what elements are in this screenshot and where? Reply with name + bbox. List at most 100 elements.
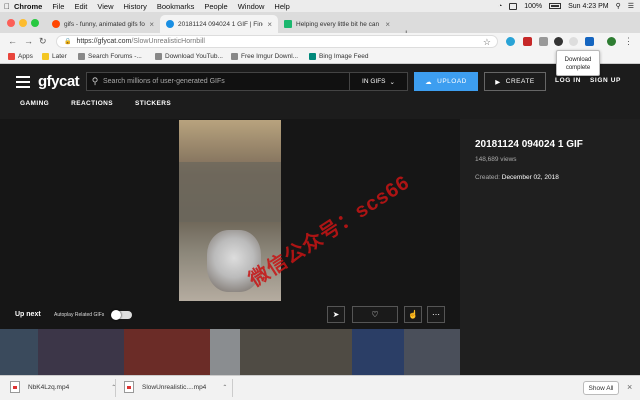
search-scope-dropdown[interactable]: IN GIFS ⌄: [349, 73, 407, 90]
close-icon[interactable]: ×: [627, 382, 632, 392]
bookmark-label: Apps: [18, 53, 33, 60]
bookmark-label: Bing Image Feed: [319, 53, 369, 60]
heart-icon: ♡: [371, 310, 379, 319]
related-gif-thumbnail[interactable]: [404, 329, 460, 375]
more-menu-icon[interactable]: ⋮: [624, 36, 633, 47]
menu-history[interactable]: History: [124, 2, 147, 11]
extension-icon[interactable]: [554, 37, 563, 46]
battery-icon[interactable]: [549, 3, 562, 9]
download-item[interactable]: SlowUnrealistic....mp4 ⌃: [124, 381, 227, 393]
clock[interactable]: Sun 4:23 PM: [568, 3, 608, 10]
create-button[interactable]: ▶ CREATE: [484, 72, 546, 91]
favorite-button[interactable]: ♡: [352, 306, 398, 323]
related-gif-thumbnail[interactable]: [0, 329, 38, 375]
nav-reactions[interactable]: REACTIONS: [71, 100, 113, 107]
imgur-icon: [284, 20, 292, 28]
show-all-button[interactable]: Show All: [583, 381, 619, 395]
nav-gaming[interactable]: GAMING: [20, 100, 49, 107]
search-input[interactable]: Search millions of user-generated GIFs: [103, 78, 349, 85]
back-icon[interactable]: ←: [8, 36, 17, 46]
search-icon[interactable]: ⚲: [87, 76, 103, 87]
url-path: /SlowUnrealisticHornbill: [131, 38, 205, 45]
extension-icon[interactable]: [506, 37, 515, 46]
extension-icon[interactable]: [539, 37, 548, 46]
nav-stickers[interactable]: STICKERS: [135, 100, 171, 107]
view-count: 148,689 views: [475, 156, 517, 163]
menu-file[interactable]: File: [52, 2, 64, 11]
menu-edit[interactable]: Edit: [74, 2, 87, 11]
close-tab-icon[interactable]: ×: [149, 20, 154, 29]
tab-title: 20181124 094024 1 GIF | Find...: [178, 20, 264, 28]
tooltip-line: complete: [565, 65, 591, 71]
close-tab-icon[interactable]: ×: [267, 20, 272, 29]
lock-icon[interactable]: 🔒: [64, 38, 71, 45]
page-icon: [231, 53, 238, 60]
chevron-up-icon[interactable]: ⌃: [222, 384, 227, 391]
bookmark-download-youtube[interactable]: Download YouTub...: [155, 53, 223, 60]
related-gif-thumbnail[interactable]: [352, 329, 404, 375]
related-gif-thumbnail[interactable]: [124, 329, 210, 375]
tab-gfycat[interactable]: 20181124 094024 1 GIF | Find... ×: [160, 15, 278, 33]
bookmark-button[interactable]: ☝: [404, 306, 422, 323]
gfycat-icon: [166, 20, 174, 28]
close-tab-icon[interactable]: ×: [385, 20, 390, 29]
bookmark-search-forums[interactable]: Search Forums -...: [78, 53, 142, 60]
share-button[interactable]: ➤: [327, 306, 345, 323]
bookmark-later[interactable]: Later: [42, 53, 67, 60]
profile-avatar[interactable]: [607, 37, 616, 46]
tab-reddit-gifs[interactable]: gifs - funny, animated gifs for... ×: [46, 15, 160, 33]
video-file-icon: [10, 381, 20, 393]
related-gif-thumbnail[interactable]: [210, 329, 240, 375]
created-label: Created:: [475, 174, 500, 181]
menu-window[interactable]: Window: [238, 2, 265, 11]
download-item[interactable]: NbK4Lzq.mp4 ⌃: [10, 381, 116, 393]
up-next-label: Up next: [15, 311, 41, 318]
upload-button[interactable]: ☁ UPLOAD: [414, 72, 478, 91]
bookmark-imgur-downloader[interactable]: Free Imgur Downl...: [231, 53, 298, 60]
bookmark-label: Download YouTub...: [165, 53, 223, 60]
hamburger-menu-icon[interactable]: [16, 76, 30, 91]
create-label: CREATE: [505, 78, 535, 85]
bookmark-star-icon[interactable]: ☆: [483, 37, 491, 48]
related-gif-thumbnail[interactable]: [38, 329, 124, 375]
zoom-window-icon[interactable]: [31, 19, 39, 27]
extension-icon[interactable]: [569, 37, 578, 46]
menu-people[interactable]: People: [204, 2, 227, 11]
category-nav: GAMING REACTIONS STICKERS: [20, 100, 171, 107]
bookmark-apps[interactable]: Apps: [8, 53, 33, 60]
menu-list-icon[interactable]: ☰: [628, 2, 634, 10]
autoplay-toggle[interactable]: [111, 310, 132, 320]
related-gif-thumbnail[interactable]: [240, 329, 352, 375]
reload-icon[interactable]: ↻: [39, 36, 47, 47]
address-bar[interactable]: 🔒 https://gfycat.com/SlowUnrealisticHorn…: [56, 35, 498, 48]
video-file-icon: [124, 381, 134, 393]
gif-info-panel: 20181124 094024 1 GIF 148,689 views Crea…: [460, 119, 640, 375]
download-status-icon[interactable]: [585, 37, 594, 46]
download-divider: [115, 379, 116, 397]
search-icon[interactable]: ⚲: [616, 2, 621, 10]
menu-help[interactable]: Help: [274, 2, 289, 11]
bookmark-label: Later: [52, 53, 67, 60]
close-window-icon[interactable]: [7, 19, 15, 27]
forward-icon[interactable]: →: [24, 36, 33, 46]
status-area: ◔ 100% Sun 4:23 PM ⚲ ☰: [498, 0, 634, 12]
wifi-icon[interactable]: ◔: [498, 3, 502, 10]
bookmark-bing-image-feed[interactable]: Bing Image Feed: [309, 53, 369, 60]
minimize-window-icon[interactable]: [19, 19, 27, 27]
menu-chrome[interactable]: Chrome: [14, 2, 42, 11]
site-logo[interactable]: gfycat: [38, 73, 80, 90]
login-link[interactable]: LOG IN: [555, 77, 581, 84]
menu-bookmarks[interactable]: Bookmarks: [157, 2, 195, 11]
extension-icon[interactable]: [523, 37, 532, 46]
tab-title: Helping every little bit he can: [296, 20, 380, 28]
download-shelf: NbK4Lzq.mp4 ⌃ SlowUnrealistic....mp4 ⌃ S…: [0, 375, 640, 400]
apple-icon[interactable]: : [0, 2, 14, 11]
airplay-icon[interactable]: [509, 2, 518, 10]
more-options-button[interactable]: ⋯: [427, 306, 445, 323]
tooltip-line: Download: [564, 57, 592, 63]
menu-view[interactable]: View: [97, 2, 113, 11]
tab-imgur[interactable]: Helping every little bit he can ×: [278, 15, 396, 33]
signup-link[interactable]: SIGN UP: [590, 77, 621, 84]
create-video-icon: ▶: [495, 78, 501, 86]
tab-title: gifs - funny, animated gifs for...: [64, 20, 146, 28]
